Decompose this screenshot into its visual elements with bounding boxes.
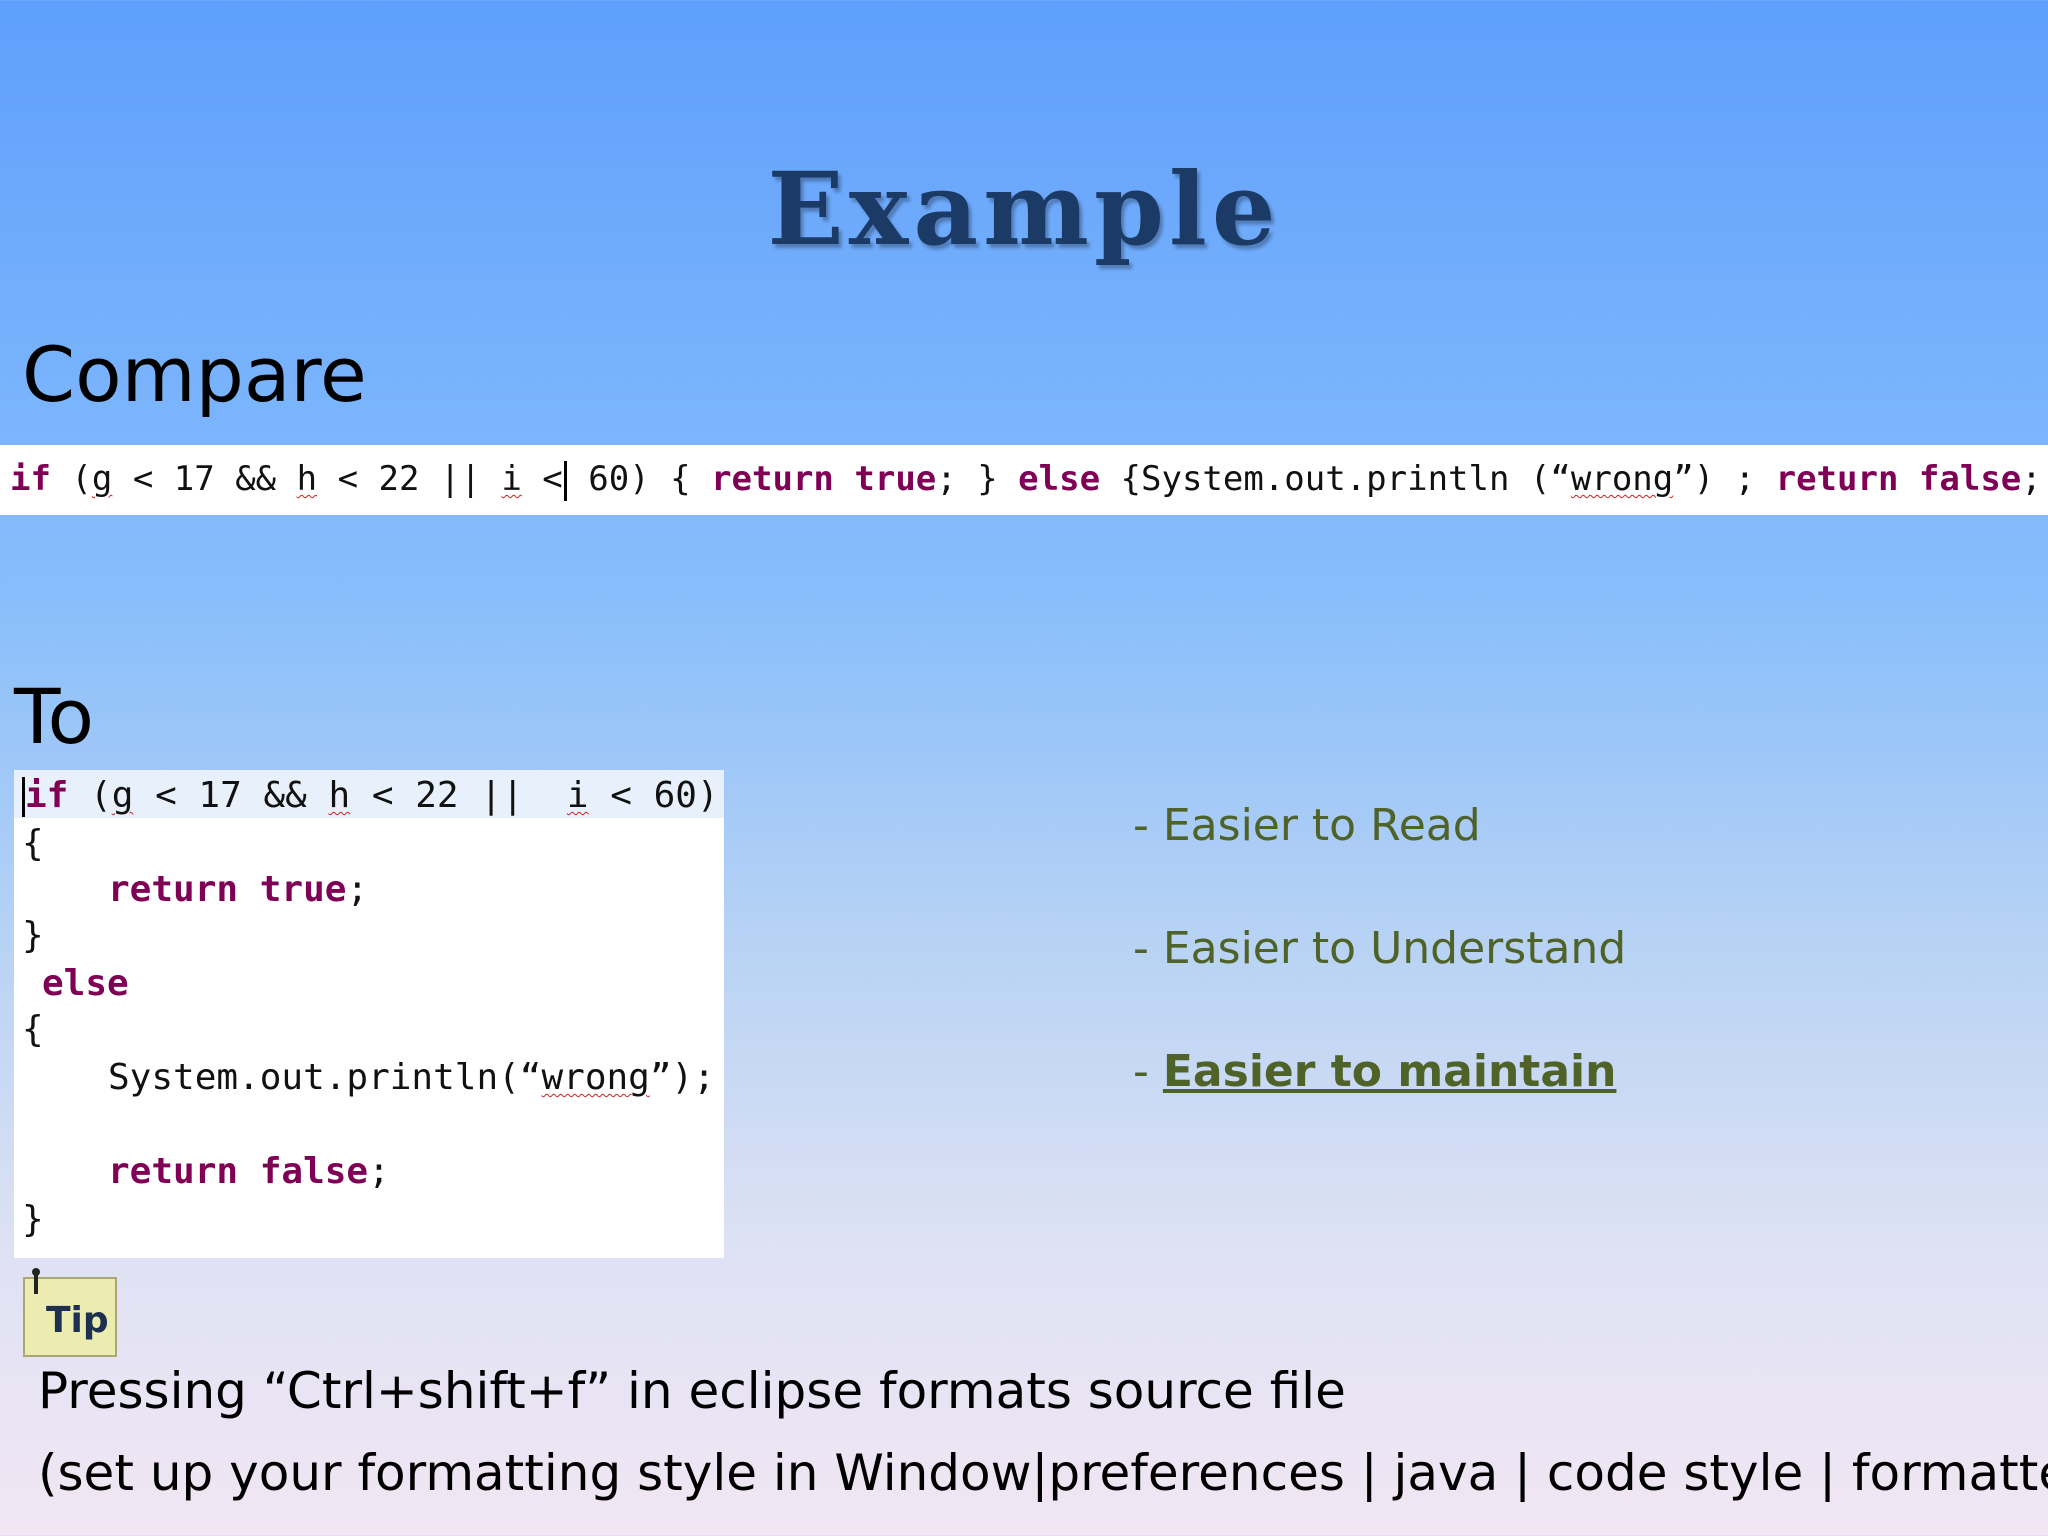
- code-keyword: return: [108, 869, 239, 910]
- code-text: (: [68, 775, 112, 816]
- code-string: wrong: [541, 1057, 650, 1098]
- code-keyword: if: [10, 459, 51, 499]
- tip-icon-label: Tip: [46, 1300, 109, 1341]
- benefit-dash: -: [1133, 800, 1163, 851]
- code-line-8: return false;: [108, 1150, 390, 1194]
- code-line-6: {: [22, 1009, 44, 1050]
- code-keyword: return: [1775, 459, 1899, 499]
- tip-line-1: Pressing “Ctrl+shift+f” in eclipse forma…: [38, 1362, 1346, 1420]
- code-identifier: i: [501, 459, 522, 499]
- code-keyword-else: else: [42, 963, 129, 1004]
- code-identifier: h: [296, 459, 318, 499]
- code-line-4: }: [22, 915, 44, 956]
- code-line-9: }: [22, 1199, 44, 1240]
- benefit-item: - Easier to maintain: [1133, 1046, 1616, 1097]
- code-text: < 22 ||: [350, 775, 567, 816]
- compact-code-strip: if (g < 17 && h < 22 || i < 60) { return…: [0, 445, 2048, 515]
- formatted-code-block: if (g < 17 && h < 22 || i < 60) { return…: [14, 770, 724, 1258]
- compact-code-line: if (g < 17 && h < 22 || i < 60) { return…: [10, 457, 2048, 501]
- benefit-item: - Easier to Read: [1133, 800, 1481, 851]
- code-line-2: {: [22, 823, 44, 864]
- code-text: < 17 &&: [112, 459, 297, 499]
- code-string: wrong: [1570, 459, 1674, 499]
- benefit-dash: -: [1133, 923, 1163, 974]
- code-text: < 17 &&: [133, 775, 329, 816]
- code-text: ;: [346, 869, 369, 910]
- code-identifier: h: [328, 775, 351, 816]
- code-text: 60) {: [567, 459, 712, 499]
- code-identifier: g: [91, 459, 113, 499]
- code-keyword: true: [259, 869, 347, 910]
- tip-line-2: (set up your formatting style in Window|…: [38, 1444, 2048, 1502]
- code-keyword: if: [25, 775, 69, 816]
- code-text: < 22 ||: [317, 459, 502, 499]
- code-text: ;: [368, 1151, 390, 1192]
- code-text: ; }: [2021, 459, 2042, 499]
- code-text: System.out.println(“: [108, 1057, 542, 1098]
- code-line-7: System.out.println(“wrong”);: [108, 1056, 715, 1100]
- code-keyword: true: [854, 459, 937, 499]
- tip-note-icon: Tip: [23, 1268, 117, 1357]
- code-keyword: return: [108, 1151, 239, 1192]
- code-keyword: return: [711, 459, 834, 499]
- code-identifier: i: [566, 775, 589, 816]
- code-line-3: return true;: [108, 868, 368, 912]
- code-text: ; }: [936, 459, 1019, 499]
- text-cursor: [563, 460, 567, 501]
- benefit-item: - Easier to Understand: [1133, 923, 1626, 974]
- code-text: ”);: [649, 1057, 715, 1098]
- compare-label: Compare: [22, 330, 367, 419]
- to-label: To: [14, 672, 95, 761]
- code-line-1: if (g < 17 && h < 22 || i < 60): [22, 774, 719, 818]
- code-text: (: [50, 459, 92, 499]
- code-identifier: g: [111, 775, 134, 816]
- benefit-dash: -: [1133, 1046, 1163, 1097]
- slide-title: Example: [767, 150, 1281, 268]
- code-text: <: [521, 459, 563, 499]
- code-keyword: else: [1018, 459, 1101, 499]
- code-text: {System.out.println (“: [1100, 459, 1571, 499]
- code-keyword: false: [1918, 459, 2022, 499]
- benefit-text: Easier to maintain: [1162, 1046, 1617, 1097]
- benefit-text: Easier to Understand: [1162, 923, 1627, 974]
- code-keyword: false: [259, 1151, 369, 1192]
- code-text: < 60): [588, 775, 719, 816]
- benefit-text: Easier to Read: [1162, 800, 1481, 851]
- code-text: ”) ;: [1673, 459, 1776, 499]
